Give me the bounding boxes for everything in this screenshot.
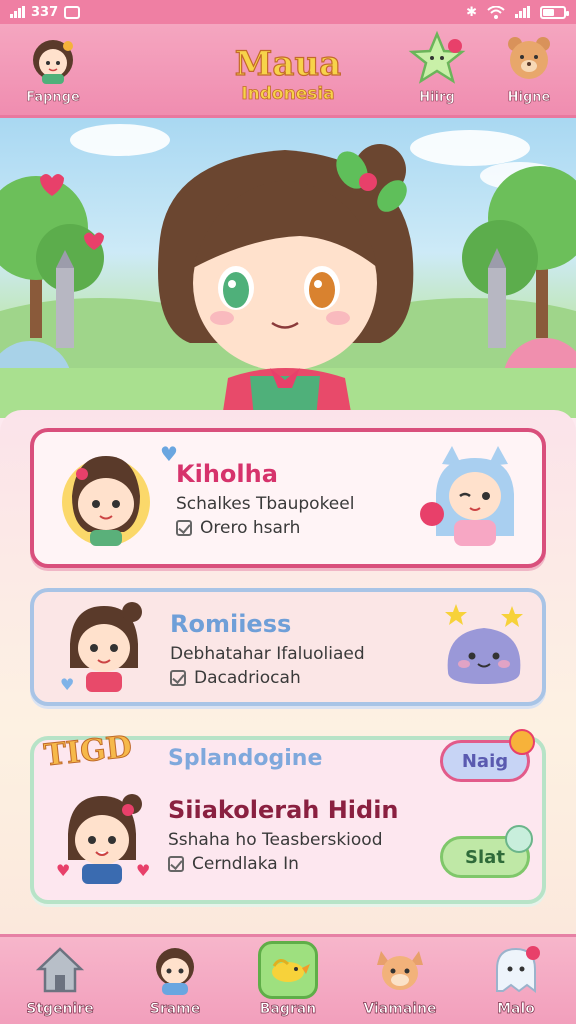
hero-scene — [0, 118, 576, 418]
status-time: 337 — [31, 4, 59, 20]
card-title: Kiholha — [176, 460, 278, 488]
character-avatar-icon — [62, 456, 150, 546]
bear-button[interactable]: Higne — [484, 30, 574, 105]
card-meta-text: Orero hsarh — [200, 518, 301, 538]
card-title: Siiakolerah Hidin — [168, 796, 399, 824]
card-subtitle: Debhatahar Ifaluoliaed — [170, 644, 365, 664]
page-title: Maua — [234, 43, 342, 84]
svg-text:♥: ♥ — [136, 861, 150, 880]
app-header: Fapnge Maua Indonesia Hiirg Higne — [0, 24, 576, 118]
slime-icon — [445, 604, 523, 684]
notification-icon — [64, 5, 81, 19]
card-subtitle: Sshaha ho Teasberskiood — [168, 830, 383, 850]
cell-signal-icon — [515, 6, 530, 18]
battery-icon — [540, 5, 569, 19]
card-meta-text: Cerndlaka In — [192, 854, 299, 874]
checkbox-icon — [168, 856, 184, 872]
character-icon — [145, 941, 205, 999]
nav-label: Viamaine — [363, 1001, 437, 1018]
nav-item-ghost[interactable]: Malo — [466, 941, 566, 1017]
nav-label: Bagran — [259, 1001, 317, 1018]
quest-card-2[interactable]: ♥ Romiiess Debhatahar Ifaluoliaed Dacadr… — [30, 588, 546, 706]
home-icon — [30, 941, 90, 999]
card-title: Romiiess — [170, 610, 292, 638]
bird-icon — [258, 941, 318, 999]
hero-illustration — [0, 124, 576, 418]
bear-label: Higne — [507, 90, 551, 106]
nav-item-bird[interactable]: Bagran — [238, 941, 338, 1017]
card-meta: Orero hsarh — [176, 518, 300, 538]
blob-badge-icon — [505, 825, 533, 853]
nav-label: Srame — [149, 1001, 201, 1018]
smiley-badge-icon — [509, 729, 535, 755]
signal-icon — [10, 6, 25, 18]
star-button[interactable]: Hiirg — [392, 30, 482, 105]
quest-card-1[interactable]: ♥ Kiholha Schalkes Tbaupokeel Orero hsar… — [30, 428, 546, 568]
nav-item-home[interactable]: Stgenire — [10, 941, 110, 1017]
slat-button-label: Slat — [465, 846, 505, 868]
wifi-icon — [487, 5, 505, 19]
avatar — [24, 30, 82, 88]
card-subtitle: Schalkes Tbaupokeel — [176, 494, 355, 514]
svg-text:♥: ♥ — [56, 861, 70, 880]
nav-item-fox[interactable]: Viamaine — [350, 941, 450, 1017]
card-meta: Cerndlaka In — [168, 854, 299, 874]
checkbox-icon — [170, 670, 186, 686]
bottom-navigation: Stgenire Srame Bagran Viamaine Malo — [0, 934, 576, 1024]
card-heading: Splandogine — [168, 746, 323, 771]
star-label: Hiirg — [419, 90, 455, 106]
naig-button-label: Naig — [461, 750, 509, 772]
status-bar: 337 ✱ — [0, 0, 576, 24]
cat-girl-icon — [420, 446, 514, 546]
nav-label: Malo — [497, 1001, 535, 1018]
svg-text:♥: ♥ — [60, 675, 74, 694]
profile-button[interactable]: Fapnge — [8, 30, 98, 105]
profile-label: Fapnge — [26, 90, 80, 106]
fox-icon — [370, 941, 430, 999]
character-avatar-icon: ♥ — [60, 602, 142, 694]
bear-icon — [500, 30, 558, 88]
star-icon — [408, 30, 466, 88]
page-subtitle: Indonesia — [241, 84, 335, 105]
nav-item-character[interactable]: Srame — [125, 941, 225, 1017]
ghost-icon — [486, 941, 546, 999]
card-meta-text: Dacadriocah — [194, 668, 301, 688]
character-avatar-icon: ♥ ♥ — [56, 794, 150, 884]
app-title: Maua Indonesia — [188, 43, 388, 105]
card-meta: Dacadriocah — [170, 668, 301, 688]
checkbox-icon — [176, 520, 192, 536]
bluetooth-icon: ✱ — [466, 4, 477, 20]
slat-button[interactable]: Slat — [440, 825, 533, 878]
nav-label: Stgenire — [26, 1001, 94, 1018]
naig-button[interactable]: Naig — [440, 729, 535, 782]
